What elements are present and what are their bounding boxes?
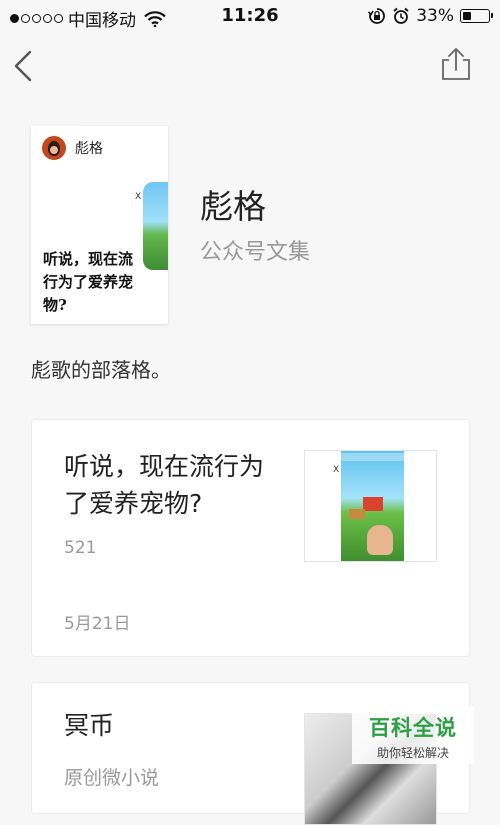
battery-level: [463, 12, 471, 20]
watermark-subtitle: 助你轻松解决: [376, 746, 449, 760]
share-icon: [442, 48, 470, 80]
article-subtitle: 原创微小说: [64, 767, 160, 789]
collection-subtitle: 公众号文集: [200, 240, 311, 265]
share-button[interactable]: [438, 46, 474, 82]
game-screenshot-image: [341, 451, 404, 561]
status-right: 33%: [368, 6, 493, 26]
article-date: 5月21日: [64, 614, 131, 634]
collection-title: 彪格: [200, 187, 266, 226]
chevron-left-icon: [14, 50, 32, 82]
article-card[interactable]: 听说，现在流行为了爱养宠物? 521 5月21日 X: [31, 419, 470, 657]
collection-description: 彪歌的部落格。: [31, 358, 171, 382]
article-title: 听说，现在流行为了爱养宠物?: [64, 452, 265, 518]
rotation-lock-icon: [368, 8, 386, 24]
cover-thumbnail: [143, 182, 168, 270]
cover-title: 听说，现在流行为了爱养宠物?: [43, 250, 134, 314]
avatar: [42, 136, 66, 160]
battery-icon: [460, 9, 493, 23]
collection-cover: 彪格 X 听说，现在流行为了爱养宠物?: [31, 126, 168, 324]
article-title: 冥币: [64, 711, 115, 740]
alarm-icon: [393, 7, 409, 24]
article-thumbnail: X: [304, 450, 437, 562]
watermark: 百科全说 助你轻松解决: [352, 706, 474, 764]
back-button[interactable]: [10, 48, 40, 84]
watermark-title: 百科全说: [369, 716, 457, 740]
status-bar: 中国移动 11:26 33%: [0, 0, 500, 34]
cover-author: 彪格: [75, 141, 103, 157]
battery-percent: 33%: [416, 6, 454, 26]
article-read-count: 521: [64, 538, 97, 558]
